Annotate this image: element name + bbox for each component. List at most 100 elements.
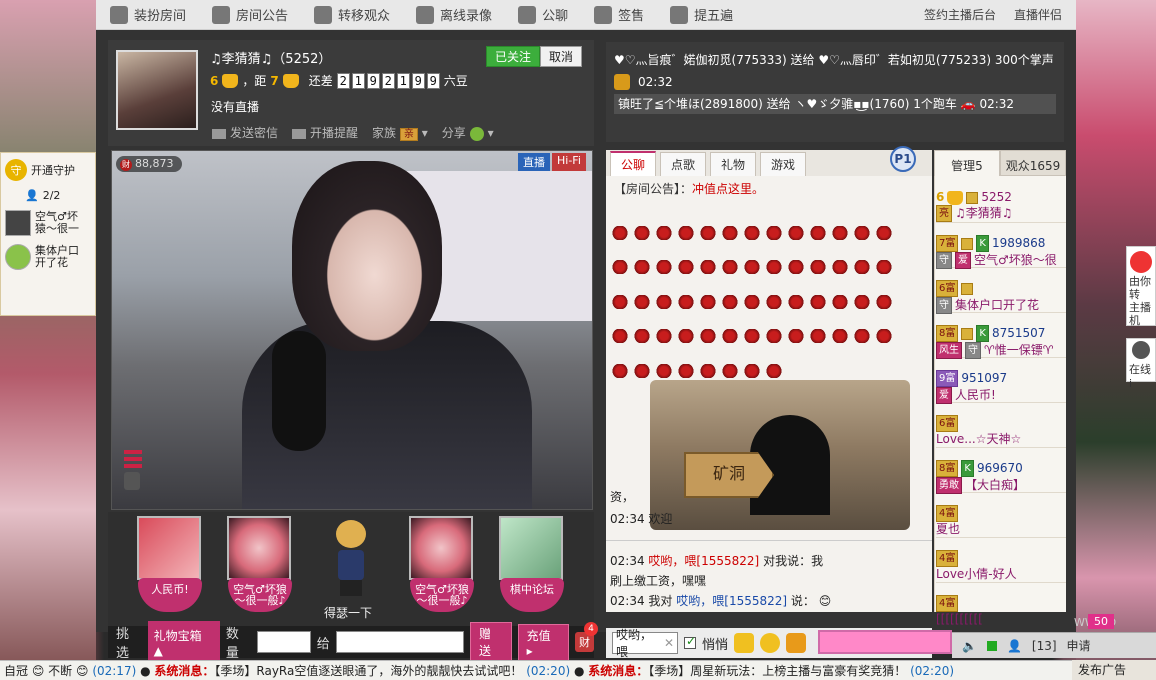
follow-controls: 已关注 取消 [486,46,583,67]
user-row[interactable]: 6富 守集体户口开了花 [936,280,1066,314]
share-link[interactable]: 分享 ▾ [442,124,494,141]
open-guard-button[interactable]: 守 开通守护 [5,159,91,181]
ad-icon [1130,251,1152,273]
level-progress: 6 ，距 7 还差 2192199 六豆 [210,72,468,89]
guard-panel: 守 开通守护 👤 2/2 空气♂坏 猿～很一 集体户口 开了花 [0,152,96,316]
send-message-link[interactable]: 发送密信 [212,124,278,141]
online-service[interactable]: 在线i [1126,338,1156,390]
quantity-input[interactable] [257,631,311,653]
pick-label[interactable]: 挑选 [116,623,142,661]
live-companion-link[interactable]: 直播伴侣 [1014,6,1062,23]
guard-count: 👤 2/2 [25,189,61,202]
vip-icon [961,282,974,295]
followed-button[interactable]: 已关注 [486,46,541,67]
apply-button[interactable]: 申请 [1067,637,1091,654]
user-row[interactable]: 8富 K 969670 勇敢 【大白痴】 [936,460,1066,494]
user-row[interactable]: 4富 夏也 [936,505,1066,537]
mic-icon [124,472,140,490]
chat-icon [518,5,537,24]
user-row[interactable]: 4富 [[[[[[[[[[ [936,595,1066,627]
user-row[interactable]: 4富 Love小倩-好人 [936,550,1066,582]
streamer-links: 发送密信 开播提醒 家族 亲 ▾ 分享 ▾ [212,124,494,141]
online-icon [986,640,997,651]
user-row[interactable]: 6富 Love...☆天神☆ [936,415,1066,447]
guard-icon: 守 [965,342,981,359]
public-chat-button[interactable]: 公聊 [518,5,568,24]
wealth-button[interactable]: 财4 [574,622,598,652]
gift-item[interactable]: 空气♂坏狼 ～很一般♪ [224,516,294,616]
user-row[interactable]: 7富 K 1989868 守爱空气♂坏狼～很 [936,235,1066,269]
guard-member[interactable]: 空气♂坏 猿～很一 [5,210,91,236]
rose-gift-animation [612,226,896,396]
recipient-input[interactable] [335,631,464,653]
post-ad-button[interactable]: 发布广告 [1072,660,1156,680]
gift-image [409,516,473,580]
system-ticker: 自冠 😊 不断 😊 (02:17) ● 系统消息：【季场】RayRa空值逐送眼通… [0,660,1156,680]
transfer-audience-button[interactable]: 转移观众 [314,5,390,24]
sticker-icon[interactable] [786,633,807,653]
chat-message-input[interactable] [818,630,952,654]
sign-button[interactable]: 签售 [594,5,644,24]
smiley-icon[interactable] [760,633,781,653]
guard-icon: 守 [936,297,952,314]
user-row[interactable]: 9富 951097 爱人民币! [936,370,1066,404]
recharge-link[interactable]: 冲值点这里。 [692,182,764,196]
anchor-backend-link[interactable]: 签约主播后台 [924,6,996,23]
gift-box-button[interactable]: 礼物宝箱 ▲ [147,620,220,664]
offline-recording-button[interactable]: 离线录像 [416,5,492,24]
tab-public-chat[interactable]: 公聊 [610,151,657,176]
k-icon: K [976,235,989,252]
tab-admins[interactable]: 管理5 [934,150,1000,176]
share-icon [469,126,484,141]
hifi-button[interactable]: Hi-Fi [552,153,586,171]
gift-item[interactable]: 人民币! [134,516,204,616]
database-icon [670,5,689,24]
clear-icon[interactable]: ✕ [664,636,674,650]
phone-icon [1132,341,1150,359]
speaker-icon[interactable]: 🔈 [962,639,977,653]
live-button[interactable]: 直播 [518,153,550,171]
chat-target-select[interactable]: 哎哟，喂 ✕ [612,628,678,659]
streamer-avatar[interactable] [116,50,198,130]
image-icon[interactable] [734,633,755,653]
family-link[interactable]: 家族 亲 ▾ [372,124,428,141]
gift-item[interactable]: 空气♂坏狼 ～很一般♪ [406,516,476,616]
gift-character-label: 得瑟一下 [324,606,373,620]
chat-message: 02:34 哎哟，喂[1555822] 对我说：我 [610,554,824,568]
recharge-button[interactable]: 充值 ▸ [517,623,569,661]
chat-message: 02:34 我对 哎哟，喂[1555822] 说： 😊 [610,594,832,608]
give-button[interactable]: 赠送 [469,622,512,662]
volume-control[interactable] [124,450,142,500]
video-stream[interactable] [111,150,593,510]
vip-icon [961,327,974,340]
quantity-label: 数量 [225,627,239,661]
whisper-label: 悄悄 [702,637,729,653]
gift-character[interactable] [330,520,372,600]
live-reminder-link[interactable]: 开播提醒 [292,124,358,141]
gift-send-bar: 挑选 礼物宝箱 ▲ 数量 给 赠送 充值 ▸ 财4 [108,620,598,664]
tab-games[interactable]: 游戏 [760,152,807,176]
gift-icon [614,74,630,90]
decorate-room-button[interactable]: 装扮房间 [110,5,186,24]
room-notice-button[interactable]: 房间公告 [212,5,288,24]
crown-icon [222,73,239,88]
bean-counter: 2192199 [336,72,440,89]
tab-song-request[interactable]: 点歌 [660,152,707,176]
badge-icon: 爱 [936,387,952,404]
side-ad[interactable]: 由你转 主播机 [1126,246,1156,327]
tab-gifts[interactable]: 礼物 [710,152,757,176]
user-row[interactable]: 6 5252 亮 ♫李猜猜♫ [936,190,1066,222]
unfollow-button[interactable]: 取消 [540,46,583,67]
whisper-checkbox[interactable] [684,634,696,649]
guard-member[interactable]: 集体户口 开了花 [5,244,91,270]
mail-icon [212,128,226,139]
decorate-icon [110,5,128,24]
extract-button[interactable]: 提五遍 [670,5,733,24]
p1-icon[interactable]: P1 [890,146,916,172]
gift-item[interactable]: 棋中论坛 [496,516,566,616]
notification-badge[interactable]: 50 [1088,614,1114,629]
user-icon: 👤 [25,189,39,202]
bottom-status: 🔈 👤 [13] 申请 [952,632,1156,658]
user-row[interactable]: 8富 K 8751507 风生守 ♈惟一保镖♈ [936,325,1066,359]
tab-viewers[interactable]: 观众1659 [1000,150,1066,176]
